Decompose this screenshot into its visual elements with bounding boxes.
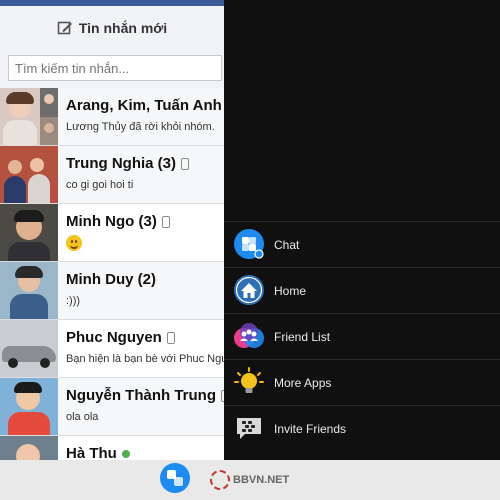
avatar xyxy=(0,378,58,435)
menu-item-label: More Apps xyxy=(274,375,332,390)
app-menu-panel: Chat Home Friend List More Apps Invite F… xyxy=(224,0,500,460)
compose-icon xyxy=(57,21,72,35)
conversation-row[interactable]: Minh Duy (2) :))) xyxy=(0,262,224,320)
menu-item-invite-friends[interactable]: Invite Friends xyxy=(224,405,500,451)
message-list-panel: Tin nhắn mới Arang, Kim, Tuấn Anh v Lươn… xyxy=(0,0,224,460)
conversation-row[interactable]: Phuc Nguyen Bạn hiện là bạn bè với Phuc … xyxy=(0,320,224,378)
conversation-row[interactable]: Nguyễn Thành Trung ola ola xyxy=(0,378,224,436)
menu-item-label: Home xyxy=(274,283,307,298)
contact-name: Nguyễn Thành Trung xyxy=(66,387,216,404)
friend-list-icon xyxy=(234,323,264,348)
menu-item-label: Friend List xyxy=(274,329,331,344)
contact-name: Minh Duy (2) xyxy=(66,271,156,288)
group-avatar xyxy=(0,88,58,145)
mobile-device-icon xyxy=(166,331,175,344)
conversation-row[interactable]: Trung Nghia (3) co gi goi hoi ti xyxy=(0,146,224,204)
conversation-row[interactable]: Minh Ngo (3) xyxy=(0,204,224,262)
invite-friends-icon xyxy=(237,418,261,439)
contact-name: Phuc Nguyen xyxy=(66,329,162,346)
watermark: BBVN.NET xyxy=(210,470,289,490)
conversation-list: Arang, Kim, Tuấn Anh v Lương Thủy đã rời… xyxy=(0,88,224,460)
contact-name: Hà Thu xyxy=(66,445,117,460)
conversation-row[interactable]: Arang, Kim, Tuấn Anh v Lương Thủy đã rời… xyxy=(0,88,224,146)
menu-item-label: Invite Friends xyxy=(274,421,347,436)
watermark-text: BBVN.NET xyxy=(233,474,290,486)
menu-item-chat[interactable]: Chat xyxy=(224,221,500,267)
mobile-device-icon xyxy=(181,157,189,170)
menu-item-home[interactable]: Home xyxy=(224,267,500,313)
conversation-row[interactable]: Hà Thu xyxy=(0,436,224,460)
message-snippet: ola ola xyxy=(66,411,99,423)
avatar xyxy=(0,204,58,261)
smile-emoji-icon xyxy=(66,235,82,251)
avatar xyxy=(0,146,58,203)
new-message-label: Tin nhắn mới xyxy=(78,20,168,36)
message-snippet: co gi goi hoi ti xyxy=(66,179,134,191)
watermark-logo-icon xyxy=(210,470,230,490)
contact-name: Minh Ngo (3) xyxy=(66,213,157,230)
contact-name: Trung Nghia (3) xyxy=(66,155,176,172)
avatar xyxy=(0,320,58,377)
chat-icon xyxy=(234,229,264,259)
menu-item-friend-list[interactable]: Friend List xyxy=(224,313,500,359)
menu-item-more-apps[interactable]: More Apps xyxy=(224,359,500,405)
home-icon xyxy=(234,275,264,305)
search-input[interactable] xyxy=(8,55,222,81)
lightbulb-icon xyxy=(234,367,264,393)
menu-item-label: Chat xyxy=(274,237,300,252)
mobile-device-icon xyxy=(161,215,170,228)
message-snippet: :))) xyxy=(66,295,81,307)
avatar xyxy=(0,262,58,319)
avatar xyxy=(0,436,58,460)
contact-name: Arang, Kim, Tuấn Anh v xyxy=(66,97,224,114)
message-snippet: Bạn hiện là bạn bè với Phuc Nguy xyxy=(66,353,224,365)
new-message-button[interactable]: Tin nhắn mới xyxy=(0,6,224,50)
message-snippet: Lương Thủy đã rời khỏi nhóm. xyxy=(66,121,215,133)
online-status-dot xyxy=(121,449,130,458)
app-menu: Chat Home Friend List More Apps Invite F… xyxy=(224,221,500,451)
bbm-chat-icon[interactable] xyxy=(160,463,190,493)
